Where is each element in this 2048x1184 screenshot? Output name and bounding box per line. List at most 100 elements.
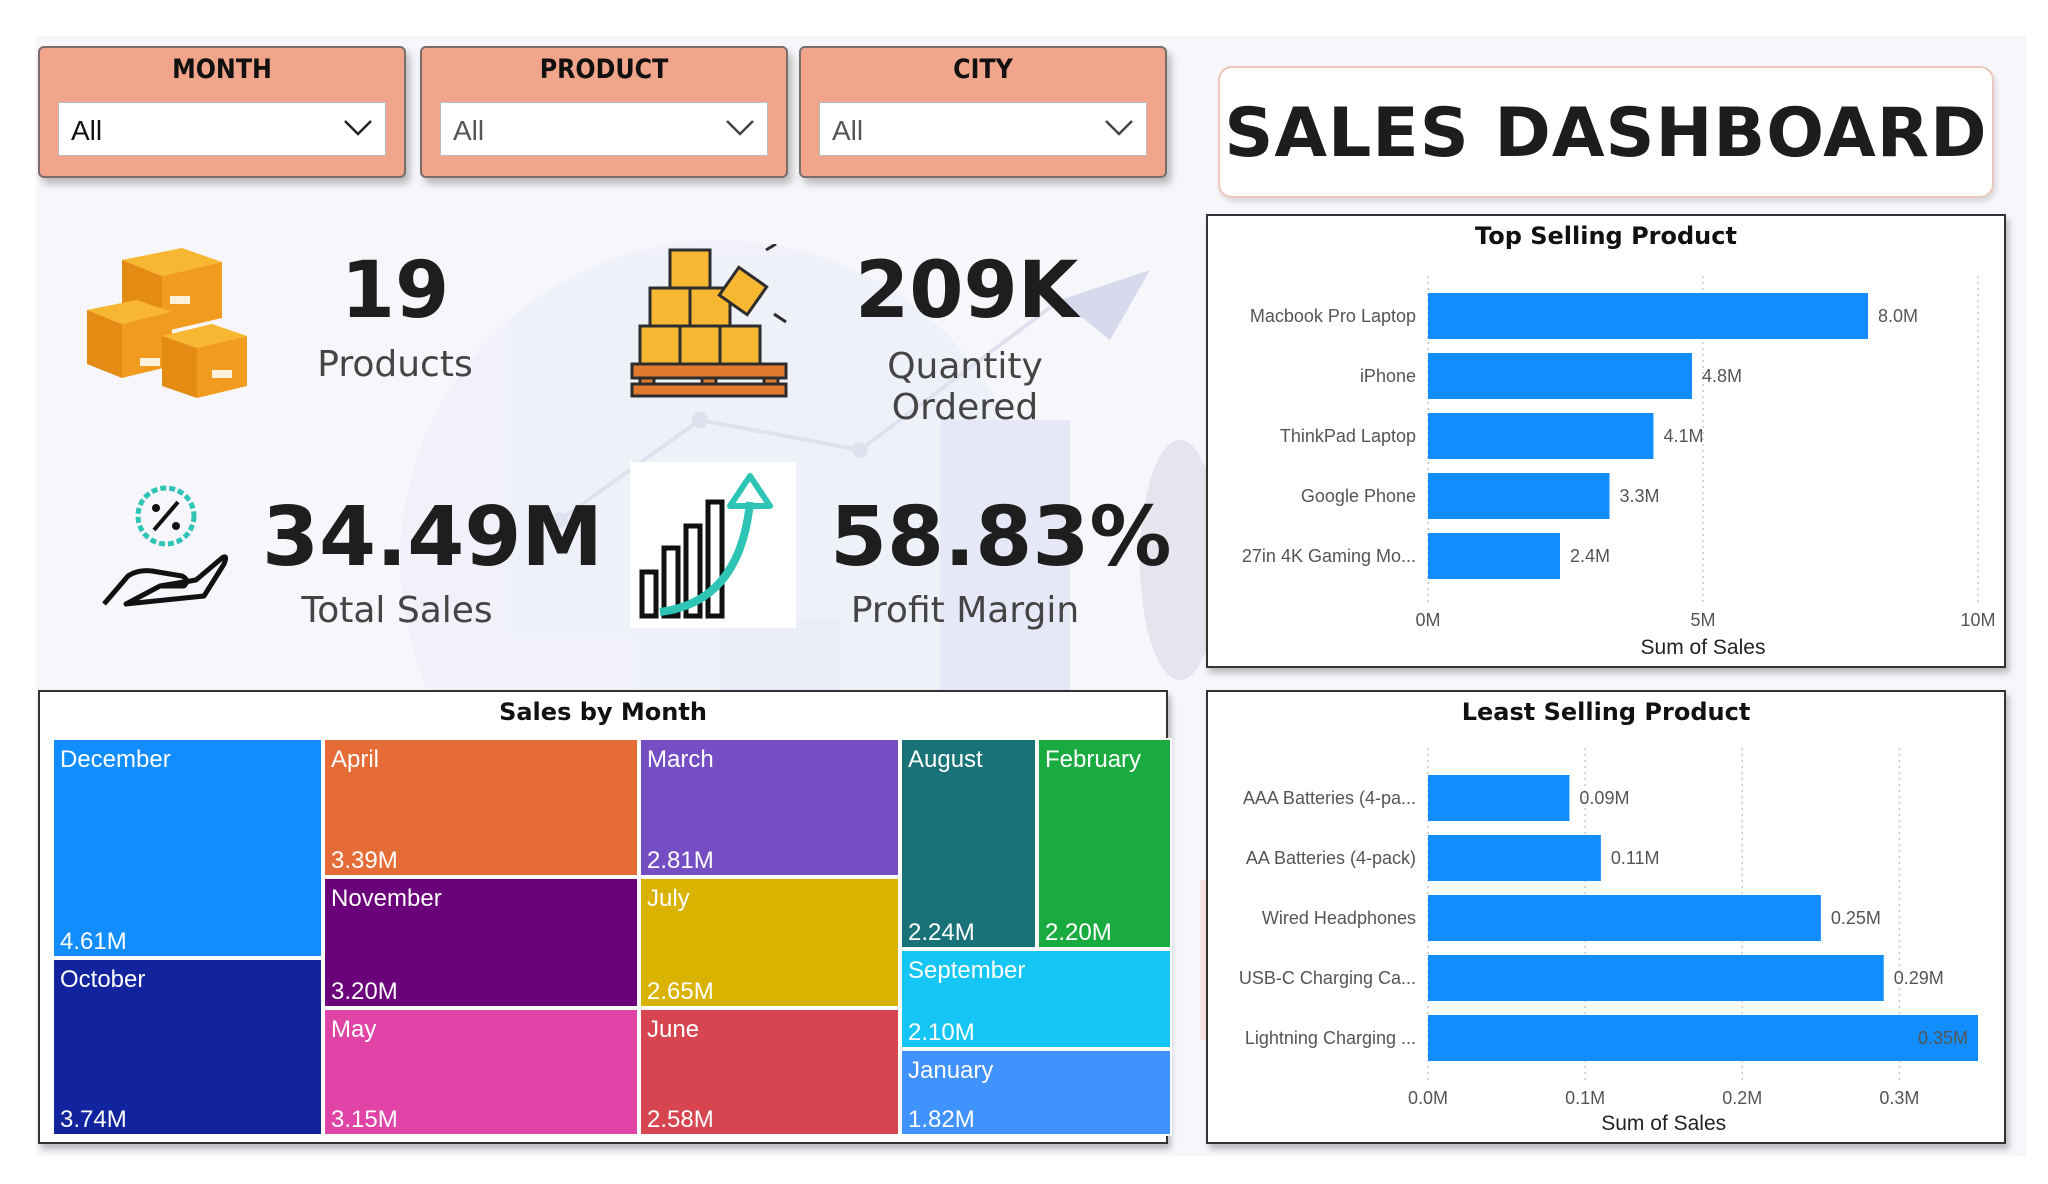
data-label: 0.25M <box>1831 908 1881 928</box>
top-selling-chart: 0M 5M 10M Macbook Pro Laptop 8.0M iPhone 4.8M T… <box>1242 276 1996 659</box>
x-tick-label: 10M <box>1960 610 1995 630</box>
x-tick-label: 0.2M <box>1722 1088 1762 1108</box>
treemap-tile-october[interactable]: October 3.74M <box>52 958 323 1136</box>
kpi-sales-value: 34.49M <box>262 490 603 585</box>
chevron-down-icon[interactable] <box>1104 117 1134 139</box>
tile-value-label: 2.81M <box>647 847 714 874</box>
tile-name-label: January <box>908 1057 994 1084</box>
bar <box>1428 293 1868 339</box>
category-label: 27in 4K Gaming Mo... <box>1242 546 1416 566</box>
category-label: Lightning Charging ... <box>1245 1028 1416 1048</box>
data-label: 4.1M <box>1664 426 1704 446</box>
tile-value-label: 2.10M <box>908 1019 975 1046</box>
treemap-tile-december[interactable]: December 4.61M <box>52 738 323 958</box>
tile-name-label: November <box>331 885 442 912</box>
bar <box>1428 533 1560 579</box>
kpi-products-value: 19 <box>340 246 450 336</box>
product-select[interactable]: All <box>440 102 768 156</box>
x-axis-title: Sum of Sales <box>1641 636 1766 659</box>
treemap-tile-march[interactable]: March 2.81M <box>639 738 900 877</box>
bar <box>1428 413 1654 459</box>
month-select[interactable]: All <box>58 102 386 156</box>
category-label: USB-C Charging Ca... <box>1239 968 1416 988</box>
bar <box>1428 955 1884 1001</box>
tile-value-label: 3.39M <box>331 847 398 874</box>
tile-value-label: 1.82M <box>908 1106 975 1133</box>
tile-value-label: 2.24M <box>908 919 975 946</box>
category-label: AA Batteries (4-pack) <box>1246 848 1416 868</box>
tile-name-label: July <box>647 885 690 912</box>
sales-by-month-title: Sales by Month <box>499 698 707 726</box>
bar <box>1428 473 1610 519</box>
least-selling-panel: Least Selling Product 0.0M 0.1M 0.2M 0.3M AA… <box>1206 690 2006 1144</box>
hand-percent-icon <box>102 485 229 607</box>
data-label: 0.29M <box>1894 968 1944 988</box>
treemap-tile-may[interactable]: May 3.15M <box>323 1008 639 1136</box>
bar <box>1428 835 1601 881</box>
treemap-tile-april[interactable]: April 3.39M <box>323 738 639 877</box>
bar <box>1428 895 1821 941</box>
tile-name-label: February <box>1045 746 1142 773</box>
filter-city-title: CITY <box>953 54 1013 85</box>
bar <box>1428 353 1692 399</box>
kpi-products-label: Products <box>317 344 473 385</box>
tile-value-label: 2.58M <box>647 1106 714 1133</box>
data-label: 8.0M <box>1878 306 1918 326</box>
least-selling-chart: 0.0M 0.1M 0.2M 0.3M AAA Batteries (4-pa... 0.… <box>1239 748 1978 1135</box>
tile-name-label: September <box>908 957 1026 984</box>
chevron-down-icon[interactable] <box>725 117 755 139</box>
x-tick-label: 0.3M <box>1879 1088 1919 1108</box>
kpi-sales-label: Total Sales <box>301 590 493 631</box>
filter-month-title: MONTH <box>172 54 272 85</box>
tile-value-label: 2.65M <box>647 978 714 1005</box>
treemap-tile-february[interactable]: February 2.20M <box>1037 738 1172 949</box>
dashboard-title: SALES DASHBOARD <box>1224 94 1988 173</box>
data-label: 3.3M <box>1620 486 1660 506</box>
category-label: AAA Batteries (4-pa... <box>1243 788 1416 808</box>
filter-product-title: PRODUCT <box>539 54 669 85</box>
treemap-tile-september[interactable]: September 2.10M <box>900 949 1172 1049</box>
sales-by-month-panel: Sales by Month December 4.61M October 3.74M… <box>38 690 1172 1144</box>
treemap-tile-november[interactable]: November 3.20M <box>323 877 639 1008</box>
category-label: ThinkPad Laptop <box>1280 426 1416 446</box>
category-label: iPhone <box>1360 366 1416 386</box>
tile-value-label: 4.61M <box>60 928 127 955</box>
category-label: Google Phone <box>1301 486 1416 506</box>
chevron-down-icon[interactable] <box>343 117 373 139</box>
tile-name-label: April <box>331 746 380 773</box>
tile-name-label: August <box>908 746 983 773</box>
category-label: Wired Headphones <box>1262 908 1416 928</box>
pallet-boxes-icon <box>630 244 788 398</box>
treemap-tile-january[interactable]: January 1.82M <box>900 1049 1172 1136</box>
top-selling-panel: Top Selling Product 0M 5M 10M Macbook Pro L… <box>1206 214 2006 668</box>
growth-chart-icon <box>630 462 796 628</box>
month-select-value: All <box>71 115 103 146</box>
boxes-icon <box>87 248 247 398</box>
treemap-tile-july[interactable]: July 2.65M <box>639 877 900 1008</box>
treemap-tile-august[interactable]: August 2.24M <box>900 738 1037 949</box>
tile-name-label: May <box>331 1016 377 1043</box>
filter-product: PRODUCT All <box>420 46 788 178</box>
tile-name-label: June <box>647 1016 700 1043</box>
tile-name-label: December <box>60 746 171 773</box>
filter-city: CITY All <box>799 46 1167 178</box>
bar <box>1428 1015 1978 1061</box>
city-select-value: All <box>832 115 864 146</box>
kpi-quantity-value: 209K <box>855 246 1079 336</box>
kpi-margin-label: Profit Margin <box>850 590 1080 631</box>
data-label: 0.11M <box>1611 848 1660 868</box>
city-select[interactable]: All <box>819 102 1147 156</box>
data-label: 4.8M <box>1702 366 1742 386</box>
bar <box>1428 775 1570 821</box>
treemap-tile-june[interactable]: June 2.58M <box>639 1008 900 1136</box>
tile-name-label: October <box>60 966 146 993</box>
tile-value-label: 3.74M <box>60 1106 127 1133</box>
category-label: Macbook Pro Laptop <box>1250 306 1416 326</box>
kpi-margin-value: 58.83% <box>830 490 1172 585</box>
product-select-value: All <box>453 115 485 146</box>
filter-month: MONTH All <box>38 46 406 178</box>
data-label: 0.35M <box>1918 1028 1968 1048</box>
x-axis-title: Sum of Sales <box>1601 1112 1726 1135</box>
sales-by-month-treemap: December 4.61M October 3.74M April 3.39M Novem… <box>52 738 1172 1136</box>
tile-name-label: March <box>647 746 714 773</box>
